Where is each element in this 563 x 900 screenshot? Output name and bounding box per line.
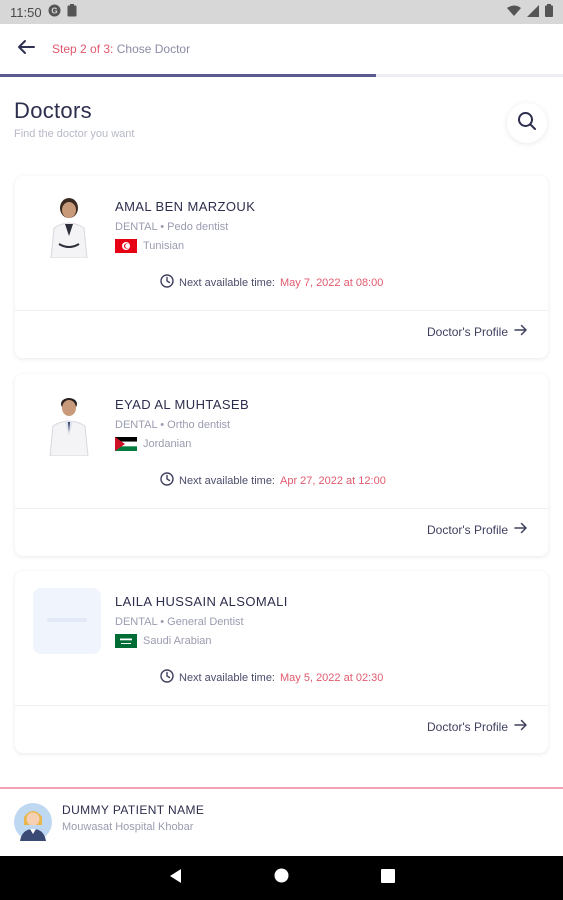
next-available-time: Apr 27, 2022 at 12:00 [280,474,386,487]
next-available-time: May 5, 2022 at 02:30 [280,671,384,684]
patient-hospital: Mouwasat Hospital Khobar [62,821,194,833]
doctor-photo [37,194,101,258]
doctor-card[interactable]: LAILA HUSSAIN ALSOMALI DENTAL • General … [15,571,548,753]
saudi-flag-icon [115,634,137,648]
doctor-photo [37,392,101,456]
doctor-profile-link[interactable]: Doctor's Profile [427,522,528,537]
next-available: Next available time: Apr 27, 2022 at 12:… [160,472,386,489]
doctor-specialty: DENTAL • Pedo dentist [115,221,229,233]
search-button[interactable] [507,103,547,143]
back-button[interactable] [0,24,52,74]
clock-icon [160,669,174,686]
battery-icon [545,4,553,20]
svg-text:G: G [51,7,57,16]
doctor-profile-label: Doctor's Profile [427,522,508,537]
jordan-flag-icon [115,437,137,451]
clock-icon [160,274,174,291]
doctor-card[interactable]: AMAL BEN MARZOUK DENTAL • Pedo dentist T… [15,176,548,358]
square-recents-icon [381,868,395,888]
status-bar: 11:50 G [0,0,563,24]
doctor-specialty: DENTAL • General Dentist [115,616,244,628]
nav-recents-button[interactable] [381,868,395,888]
card-divider [15,508,548,509]
arrow-right-icon [514,522,528,537]
next-available-label: Next available time: [179,276,275,289]
circle-home-icon [274,868,289,888]
doctor-nationality: Tunisian [115,239,184,253]
doctor-profile-link[interactable]: Doctor's Profile [427,719,528,734]
nav-home-button[interactable] [274,868,289,888]
doctor-nationality: Saudi Arabian [115,634,212,648]
next-available: Next available time: May 5, 2022 at 02:3… [160,669,383,686]
step-label: Chose Doctor [116,42,191,56]
search-icon [517,111,537,136]
nationality-label: Tunisian [143,240,185,252]
triangle-back-icon [168,868,182,889]
next-available-time: May 7, 2022 at 08:00 [280,276,384,289]
system-navigation-bar [0,856,563,900]
patient-footer: DUMMY PATIENT NAME Mouwasat Hospital Kho… [0,789,563,856]
arrow-left-icon [17,39,35,60]
page-subtitle: Find the doctor you want [14,128,135,140]
patient-avatar [14,803,52,841]
doctor-profile-link[interactable]: Doctor's Profile [427,324,528,339]
patient-name: DUMMY PATIENT NAME [62,803,205,817]
wifi-icon [507,5,521,20]
step-progress-bar [0,74,563,77]
clipboard-icon [67,4,77,20]
card-divider [15,705,548,706]
nav-back-button[interactable] [168,868,182,889]
doctor-profile-label: Doctor's Profile [427,719,508,734]
step-number: Step 2 of 3: [52,42,114,56]
top-app-bar: Step 2 of 3: Chose Doctor [0,24,563,74]
doctor-name: EYAD AL MUHTASEB [115,397,250,412]
next-available-label: Next available time: [179,474,275,487]
doctor-photo-placeholder [33,588,101,654]
next-available: Next available time: May 7, 2022 at 08:0… [160,274,383,291]
card-divider [15,310,548,311]
doctor-name: AMAL BEN MARZOUK [115,199,256,214]
clock-icon [160,472,174,489]
step-indicator: Step 2 of 3: Chose Doctor [52,42,190,56]
doctor-name: LAILA HUSSAIN ALSOMALI [115,594,288,609]
arrow-right-icon [514,324,528,339]
doctor-profile-label: Doctor's Profile [427,324,508,339]
nationality-label: Saudi Arabian [143,635,212,647]
doctor-nationality: Jordanian [115,437,191,451]
doctor-specialty: DENTAL • Ortho dentist [115,419,231,431]
arrow-right-icon [514,719,528,734]
nationality-label: Jordanian [143,438,192,450]
google-icon: G [48,4,61,20]
step-progress-fill [0,74,376,77]
page-title: Doctors [14,98,92,123]
tunisia-flag-icon [115,239,137,253]
signal-icon [527,4,539,20]
doctor-card[interactable]: EYAD AL MUHTASEB DENTAL • Ortho dentist … [15,374,548,556]
status-time: 11:50 [10,4,42,20]
next-available-label: Next available time: [179,671,275,684]
